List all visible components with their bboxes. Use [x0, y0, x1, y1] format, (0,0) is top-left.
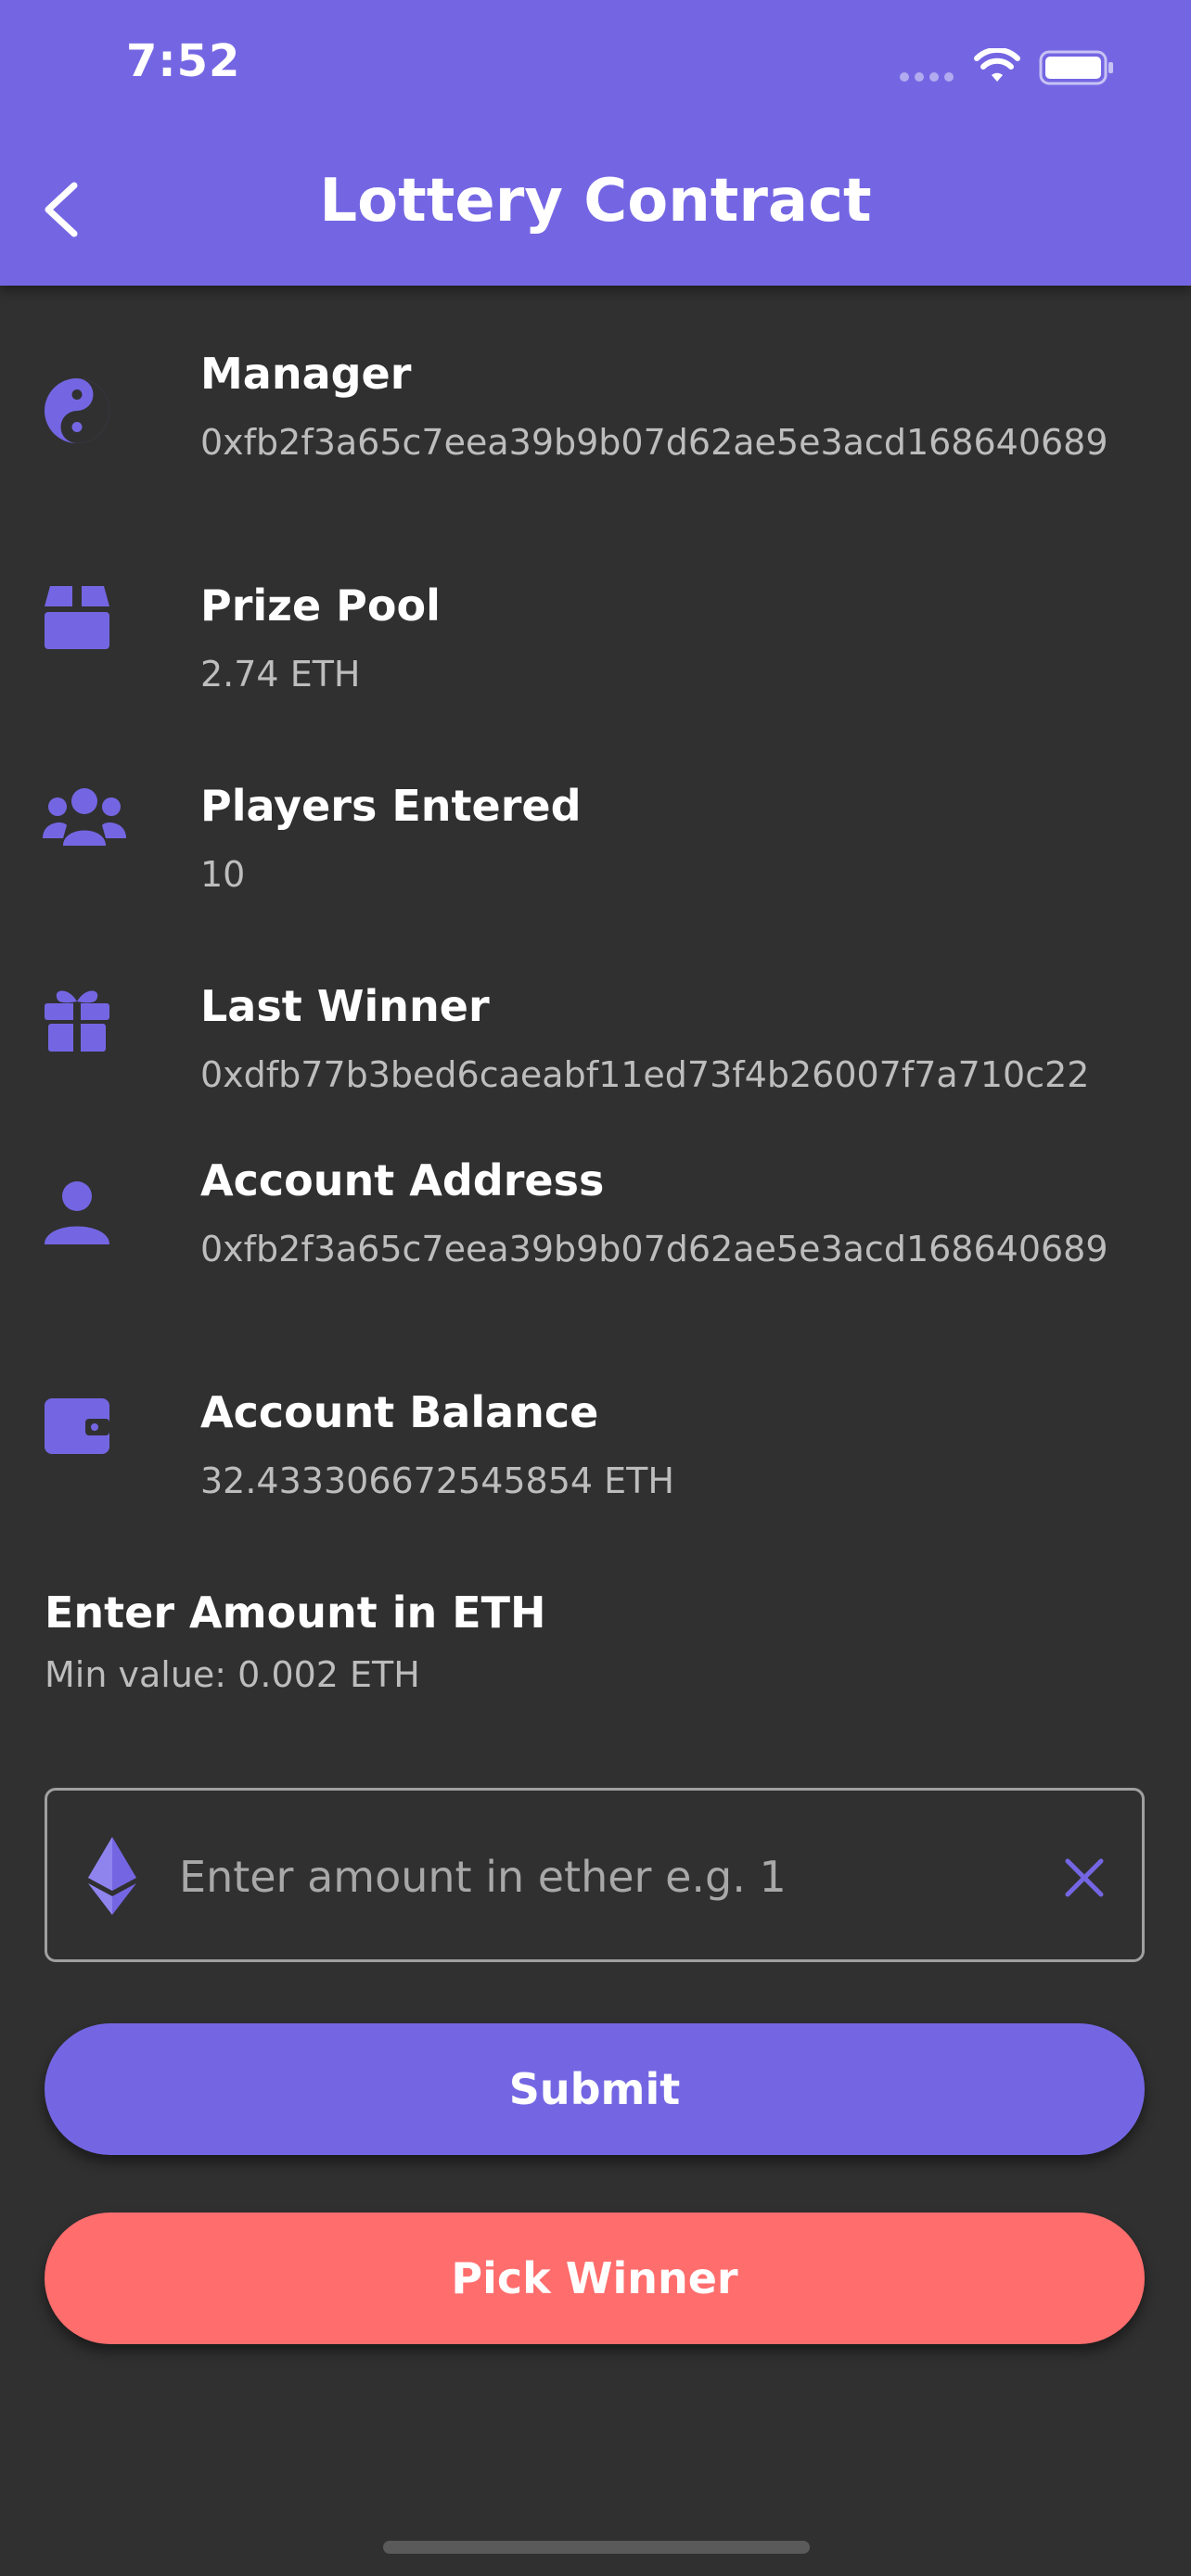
box-icon: [45, 586, 109, 649]
wallet-icon: [45, 1398, 109, 1454]
user-icon: [45, 1181, 109, 1244]
amount-input[interactable]: [177, 1828, 997, 1926]
manager-label: Manager: [200, 349, 412, 399]
yin-yang-icon: [45, 378, 109, 443]
cellular-signal-icon: [900, 72, 954, 82]
submit-button[interactable]: Submit: [45, 2023, 1145, 2155]
battery-icon: [1039, 50, 1113, 85]
amount-min-hint: Min value: 0.002 ETH: [45, 1654, 420, 1695]
amount-field[interactable]: [45, 1788, 1145, 1962]
pick-winner-button[interactable]: Pick Winner: [45, 2213, 1145, 2344]
account-address-label: Account Address: [200, 1155, 605, 1205]
prize-pool-value: 2.74 ETH: [200, 654, 361, 695]
users-icon: [43, 788, 126, 846]
app-header: 7:52 Lottery Contract: [0, 0, 1191, 286]
ethereum-icon: [88, 1837, 136, 1915]
gift-icon: [45, 990, 109, 1052]
prize-pool-label: Prize Pool: [200, 580, 441, 631]
players-entered-label: Players Entered: [200, 781, 582, 831]
clear-icon[interactable]: [1060, 1854, 1108, 1902]
wifi-icon: [974, 48, 1020, 82]
last-winner-address: 0xdfb77b3bed6caeabf11ed73f4b26007f7a710c…: [200, 1054, 1090, 1095]
account-balance-label: Account Balance: [200, 1387, 599, 1437]
amount-heading: Enter Amount in ETH: [45, 1588, 546, 1638]
manager-address: 0xfb2f3a65c7eea39b9b07d62ae5e3acd1686406…: [200, 422, 1108, 463]
last-winner-label: Last Winner: [200, 981, 490, 1031]
page-title: Lottery Contract: [319, 167, 872, 236]
status-time: 7:52: [126, 35, 241, 87]
players-entered-value: 10: [200, 854, 246, 895]
account-balance-value: 32.433306672545854 ETH: [200, 1460, 674, 1501]
home-indicator[interactable]: [383, 2541, 810, 2554]
account-address-value: 0xfb2f3a65c7eea39b9b07d62ae5e3acd1686406…: [200, 1229, 1108, 1269]
